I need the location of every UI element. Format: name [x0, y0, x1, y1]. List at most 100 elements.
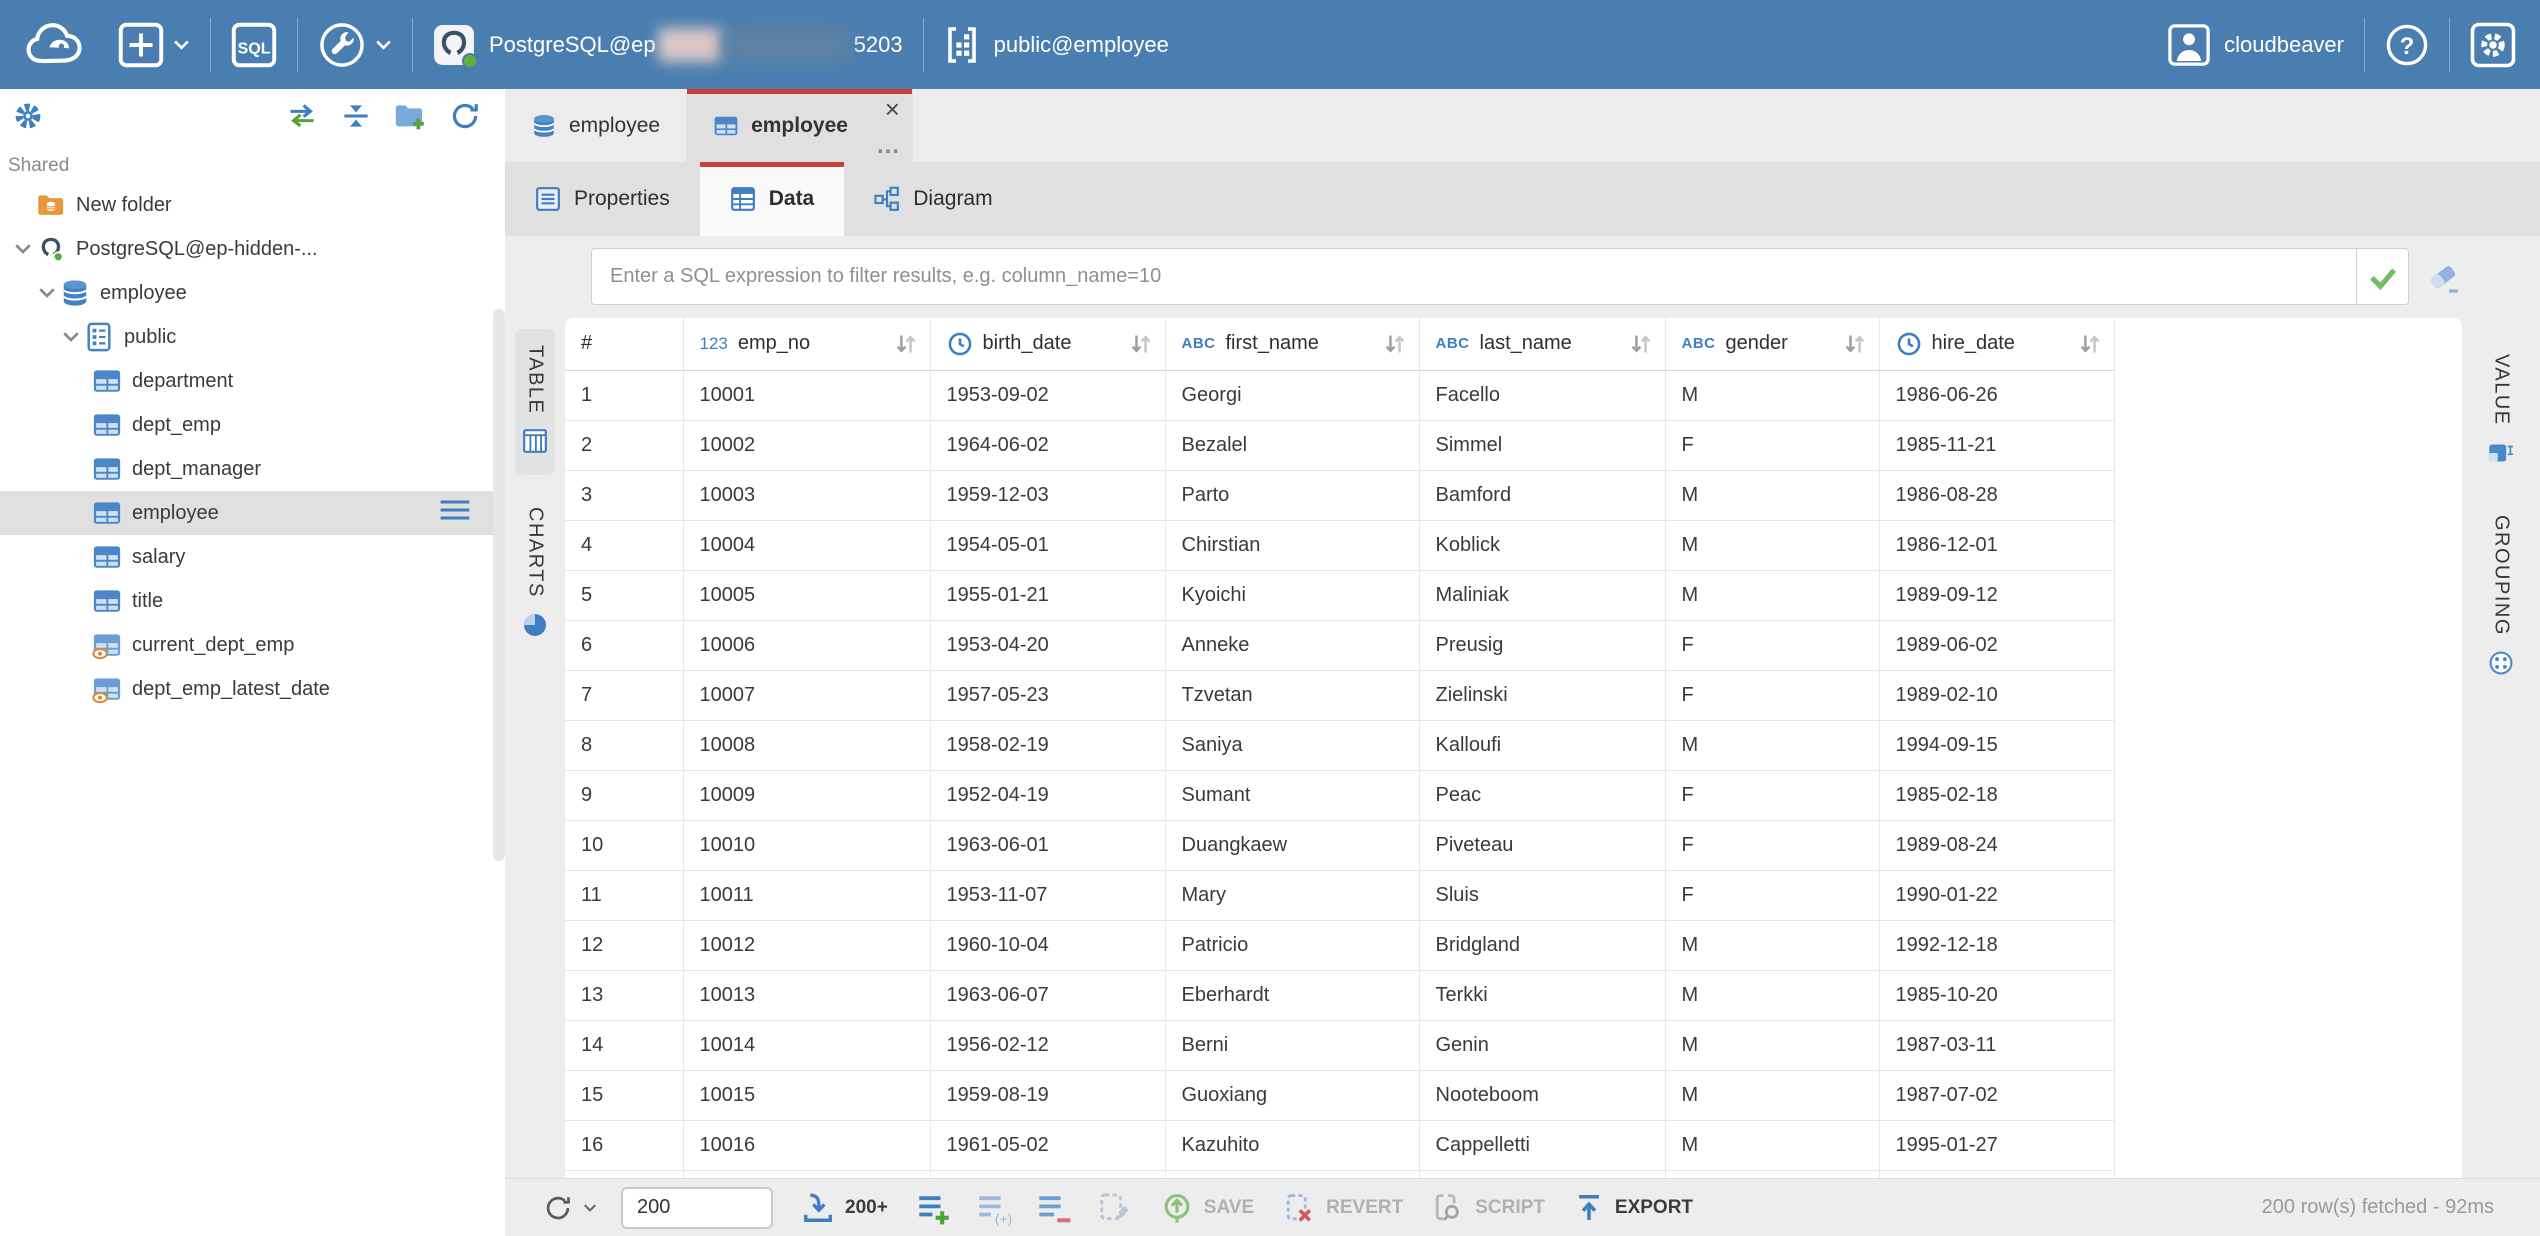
duplicate-row-button[interactable]: (+) [976, 1190, 1012, 1226]
cell-last_name[interactable]: Preusig [1419, 620, 1665, 670]
settings-button[interactable] [2470, 22, 2516, 68]
cell-last_name[interactable]: Genin [1419, 1020, 1665, 1070]
row-number-cell[interactable]: 9 [565, 770, 683, 820]
cell-gender[interactable]: F [1665, 420, 1879, 470]
tree-item-employee[interactable]: employee [0, 271, 505, 315]
column-header-hire_date[interactable]: hire_date [1879, 318, 2114, 370]
cell-hire_date[interactable]: 1995-01-27 [1879, 1120, 2114, 1170]
cell-gender[interactable]: M [1665, 470, 1879, 520]
help-button[interactable]: ? [2385, 23, 2429, 67]
cell-emp_no[interactable]: 10016 [683, 1120, 930, 1170]
cell-emp_no[interactable]: 10011 [683, 870, 930, 920]
cell-last_name[interactable]: Piveteau [1419, 820, 1665, 870]
tab-diagram[interactable]: Diagram [844, 162, 1022, 236]
row-number-cell[interactable]: 2 [565, 420, 683, 470]
cell-emp_no[interactable]: 10005 [683, 570, 930, 620]
cell-hire_date[interactable]: 1986-08-28 [1879, 470, 2114, 520]
schema-selector[interactable]: public@employee [944, 24, 1169, 66]
tree-item-title[interactable]: title [0, 579, 505, 623]
cell-gender[interactable]: M [1665, 570, 1879, 620]
cell-first_name[interactable]: Guoxiang [1165, 1070, 1419, 1120]
cell-gender[interactable]: F [1665, 670, 1879, 720]
cell-first_name[interactable]: Kazuhito [1165, 1120, 1419, 1170]
cell-hire_date[interactable]: 1985-10-20 [1879, 970, 2114, 1020]
cell-first_name[interactable]: Georgi [1165, 370, 1419, 420]
close-tab-icon[interactable]: × [885, 96, 900, 122]
cell-birth_date[interactable]: 1963-06-07 [930, 970, 1165, 1020]
revert-button[interactable]: REVERT [1282, 1191, 1403, 1225]
tab-overflow-icon[interactable]: … [876, 132, 900, 160]
row-number-cell[interactable]: 15 [565, 1070, 683, 1120]
cell-gender[interactable]: M [1665, 920, 1879, 970]
cell-first_name[interactable]: Kyoichi [1165, 570, 1419, 620]
cell-emp_no[interactable]: 10010 [683, 820, 930, 870]
cell-birth_date[interactable]: 1957-05-23 [930, 670, 1165, 720]
link-with-editor-button[interactable] [285, 103, 319, 134]
tree-item-department[interactable]: department [0, 359, 505, 403]
cell-gender[interactable]: M [1665, 520, 1879, 570]
presentation-tab-table[interactable]: TABLE [515, 329, 555, 475]
add-row-button[interactable] [916, 1190, 952, 1226]
apply-filter-button[interactable] [2356, 249, 2408, 304]
cell-last_name[interactable]: Zielinski [1419, 670, 1665, 720]
tab-employee-object[interactable]: employee [505, 89, 687, 162]
cell-emp_no[interactable]: 10009 [683, 770, 930, 820]
cell-birth_date[interactable]: 1955-01-21 [930, 570, 1165, 620]
row-number-cell[interactable]: 3 [565, 470, 683, 520]
row-limit-input[interactable] [621, 1187, 773, 1229]
sql-filter-input[interactable] [592, 249, 2356, 304]
apply-script-button[interactable] [1096, 1190, 1132, 1226]
sidebar-scrollbar[interactable] [493, 309, 505, 861]
cell-last_name[interactable]: Bamford [1419, 470, 1665, 520]
tree-item-public[interactable]: public [0, 315, 505, 359]
cell-hire_date[interactable]: 1989-08-24 [1879, 820, 2114, 870]
row-number-cell[interactable]: 5 [565, 570, 683, 620]
row-number-cell[interactable]: 16 [565, 1120, 683, 1170]
row-number-cell[interactable]: 14 [565, 1020, 683, 1070]
cell-last_name[interactable]: Simmel [1419, 420, 1665, 470]
cell-hire_date[interactable]: 1989-09-12 [1879, 570, 2114, 620]
tab-properties[interactable]: Properties [505, 162, 700, 236]
user-menu[interactable]: cloudbeaver [2168, 24, 2344, 66]
column-header-last_name[interactable]: ABClast_name [1419, 318, 1665, 370]
cell-last_name[interactable]: Sluis [1419, 870, 1665, 920]
row-number-cell[interactable]: 13 [565, 970, 683, 1020]
cell-last_name[interactable]: Cappelletti [1419, 1120, 1665, 1170]
tree-item-postgresql-ep-hidden-[interactable]: PostgreSQL@ep-hidden-... [0, 227, 505, 271]
tree-item-new-folder[interactable]: New folder [0, 183, 505, 227]
tree-item-employee[interactable]: employee [0, 491, 505, 535]
column-header-gender[interactable]: ABCgender [1665, 318, 1879, 370]
cell-gender[interactable]: F [1665, 770, 1879, 820]
cell-last_name[interactable]: Bridgland [1419, 920, 1665, 970]
cell-hire_date[interactable]: 1989-06-02 [1879, 620, 2114, 670]
panel-tab-grouping[interactable]: GROUPING [2481, 501, 2521, 695]
cell-gender[interactable]: M [1665, 970, 1879, 1020]
cell-birth_date[interactable]: 1956-02-12 [930, 1020, 1165, 1070]
cell-hire_date[interactable]: 1986-12-01 [1879, 520, 2114, 570]
refresh-button[interactable] [449, 100, 481, 137]
connection-selector[interactable]: PostgreSQL@ep5203 [433, 24, 903, 66]
cell-birth_date[interactable]: 1964-06-02 [930, 420, 1165, 470]
cell-birth_date[interactable]: 1953-04-20 [930, 620, 1165, 670]
new-folder-button[interactable] [393, 101, 427, 136]
tree-item-current-dept-emp[interactable]: current_dept_emp [0, 623, 505, 667]
cell-last_name[interactable]: Facello [1419, 370, 1665, 420]
column-header-row-number[interactable]: # [565, 318, 683, 370]
tree-item-menu-icon[interactable] [439, 499, 471, 528]
row-number-cell[interactable]: 10 [565, 820, 683, 870]
new-object-button[interactable] [118, 22, 190, 68]
cell-first_name[interactable]: Berni [1165, 1020, 1419, 1070]
cell-gender[interactable]: F [1665, 620, 1879, 670]
clear-filter-button[interactable] [2427, 260, 2463, 301]
cell-first_name[interactable]: Saniya [1165, 720, 1419, 770]
cell-gender[interactable]: M [1665, 370, 1879, 420]
panel-tab-value[interactable]: VALUE [2481, 340, 2521, 485]
cell-hire_date[interactable]: 1987-07-02 [1879, 1070, 2114, 1120]
cell-hire_date[interactable]: 1985-11-21 [1879, 420, 2114, 470]
cell-hire_date[interactable]: 1986-06-26 [1879, 370, 2114, 420]
fetch-more-button[interactable]: 200+ [801, 1191, 888, 1225]
cell-first_name[interactable]: Tzvetan [1165, 670, 1419, 720]
cell-birth_date[interactable]: 1952-04-19 [930, 770, 1165, 820]
tree-item-dept-emp-latest-date[interactable]: dept_emp_latest_date [0, 667, 505, 711]
cell-emp_no[interactable]: 10006 [683, 620, 930, 670]
